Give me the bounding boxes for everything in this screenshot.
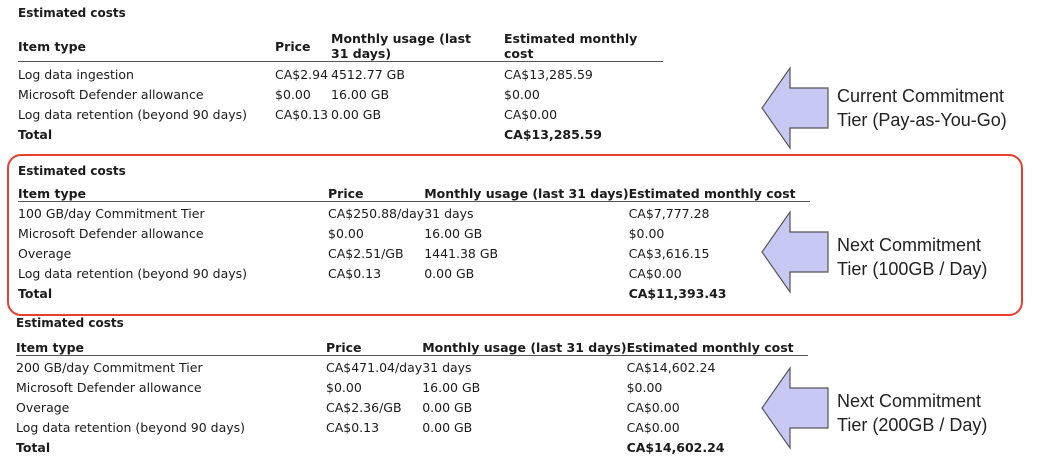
header-price: Price (275, 38, 311, 54)
table-row: Log data ingestion CA$2.94 4512.77 GB CA… (18, 62, 663, 86)
table-row: Log data retention (beyond 90 days) CA$0… (18, 264, 810, 284)
total-row: Total CA$11,393.43 (18, 284, 810, 304)
cell-item: Microsoft Defender allowance (18, 226, 204, 241)
cell-price: CA$0.13 (326, 420, 380, 435)
table-row: Microsoft Defender allowance $0.00 16.00… (16, 378, 808, 398)
left-arrow-icon (761, 366, 829, 450)
cell-item: 200 GB/day Commitment Tier (16, 360, 203, 375)
table-row: Microsoft Defender allowance $0.00 16.00… (18, 85, 663, 105)
header-estimated-cost: Estimated monthly cost (628, 186, 796, 201)
header-price: Price (326, 340, 362, 355)
cell-item: Overage (16, 400, 70, 415)
callout-200gb-tier: Next Commitment Tier (200GB / Day) (837, 389, 987, 437)
header-estimated-cost: Estimated monthly cost (504, 31, 638, 61)
cell-usage (424, 284, 628, 304)
callout-line: Tier (200GB / Day) (837, 415, 988, 435)
table-row: Overage CA$2.51/GB 1441.38 GB CA$3,616.1… (18, 244, 810, 264)
cell-usage: 16.00 GB (331, 87, 390, 102)
cell-price: CA$2.51/GB (328, 246, 404, 261)
cell-price: CA$0.13 (328, 266, 382, 281)
cell-usage: 1441.38 GB (424, 246, 499, 261)
table-row: 200 GB/day Commitment Tier CA$471.04/day… (16, 356, 808, 379)
total-row: Total CA$14,602.24 (16, 438, 808, 458)
cell-item: Microsoft Defender allowance (18, 87, 204, 102)
cell-price: CA$0.13 (275, 107, 329, 122)
cell-item: Microsoft Defender allowance (16, 380, 202, 395)
cell-usage (331, 125, 504, 145)
callout-current-tier: Current Commitment Tier (Pay-as-You-Go) (837, 84, 1007, 132)
table-row: Overage CA$2.36/GB 0.00 GB CA$0.00 (16, 398, 808, 418)
cost-table-200gb: Item type Price Monthly usage (last 31 d… (16, 340, 808, 458)
header-estimated-cost: Estimated monthly cost (626, 340, 794, 355)
table-row: Microsoft Defender allowance $0.00 16.00… (18, 224, 810, 244)
cell-usage: 0.00 GB (422, 420, 473, 435)
total-row: Total CA$13,285.59 (18, 125, 663, 145)
header-price: Price (328, 186, 364, 201)
left-arrow-icon (761, 210, 829, 294)
cell-item: Log data ingestion (18, 67, 134, 82)
cell-price (328, 284, 424, 304)
cell-item: Total (18, 286, 53, 301)
cell-usage: 16.00 GB (422, 380, 481, 395)
cell-item: Log data retention (beyond 90 days) (18, 266, 248, 281)
cell-usage: 16.00 GB (424, 226, 483, 241)
header-monthly-usage: Monthly usage (last 31 days) (424, 186, 629, 201)
header-item-type: Item type (16, 340, 85, 355)
cell-price: $0.00 (275, 87, 311, 102)
left-arrow-icon (761, 66, 829, 150)
callout-line: Next Commitment (837, 235, 982, 255)
cell-item: Total (16, 440, 51, 455)
table-header-row: Item type Price Monthly usage (last 31 d… (18, 31, 663, 62)
cell-price: $0.00 (326, 380, 362, 395)
cell-price: CA$2.36/GB (326, 400, 402, 415)
table-row: Log data retention (beyond 90 days) CA$0… (18, 105, 663, 125)
table-header-row: Item type Price Monthly usage (last 31 d… (16, 340, 808, 356)
header-item-type: Item type (18, 186, 87, 201)
cell-cost: CA$13,285.59 (504, 127, 602, 142)
cell-price: CA$2.94 (275, 67, 329, 82)
cell-price: CA$471.04/day (326, 360, 423, 375)
cell-item: Log data retention (beyond 90 days) (16, 420, 246, 435)
cell-price (275, 125, 331, 145)
section-title: Estimated costs (18, 164, 126, 178)
callout-100gb-tier: Next Commitment Tier (100GB / Day) (837, 233, 987, 281)
callout-line: Current Commitment (837, 86, 1005, 106)
cell-price: $0.00 (328, 226, 364, 241)
cell-price (326, 438, 422, 458)
table-row: Log data retention (beyond 90 days) CA$0… (16, 418, 808, 438)
cell-usage (422, 438, 626, 458)
cell-price: CA$250.88/day (328, 206, 425, 221)
header-item-type: Item type (18, 38, 87, 54)
callout-line: Tier (100GB / Day) (837, 259, 988, 279)
cell-usage: 0.00 GB (424, 266, 475, 281)
callout-line: Tier (Pay-as-You-Go) (837, 110, 1007, 130)
cell-usage: 31 days (422, 360, 472, 375)
cell-item: 100 GB/day Commitment Tier (18, 206, 205, 221)
cell-usage: 31 days (424, 206, 474, 221)
table-header-row: Item type Price Monthly usage (last 31 d… (18, 186, 810, 202)
cell-usage: 4512.77 GB (331, 67, 405, 82)
cell-cost: $0.00 (504, 87, 540, 102)
cell-item: Log data retention (beyond 90 days) (18, 107, 248, 122)
section-title: Estimated costs (16, 316, 124, 330)
cell-usage: 0.00 GB (422, 400, 473, 415)
cell-usage: 0.00 GB (331, 107, 382, 122)
cost-table-current: Item type Price Monthly usage (last 31 d… (18, 31, 663, 145)
section-title: Estimated costs (18, 6, 126, 20)
cell-item: Overage (18, 246, 72, 261)
cost-table-100gb: Item type Price Monthly usage (last 31 d… (18, 186, 810, 304)
table-row: 100 GB/day Commitment Tier CA$250.88/day… (18, 202, 810, 225)
header-monthly-usage: Monthly usage (last 31 days) (422, 340, 627, 355)
cell-cost: CA$13,285.59 (504, 67, 593, 82)
callout-line: Next Commitment (837, 391, 982, 411)
header-monthly-usage: Monthly usage (last 31 days) (331, 31, 471, 61)
cell-item: Total (18, 127, 53, 142)
cell-cost: CA$0.00 (504, 107, 558, 122)
